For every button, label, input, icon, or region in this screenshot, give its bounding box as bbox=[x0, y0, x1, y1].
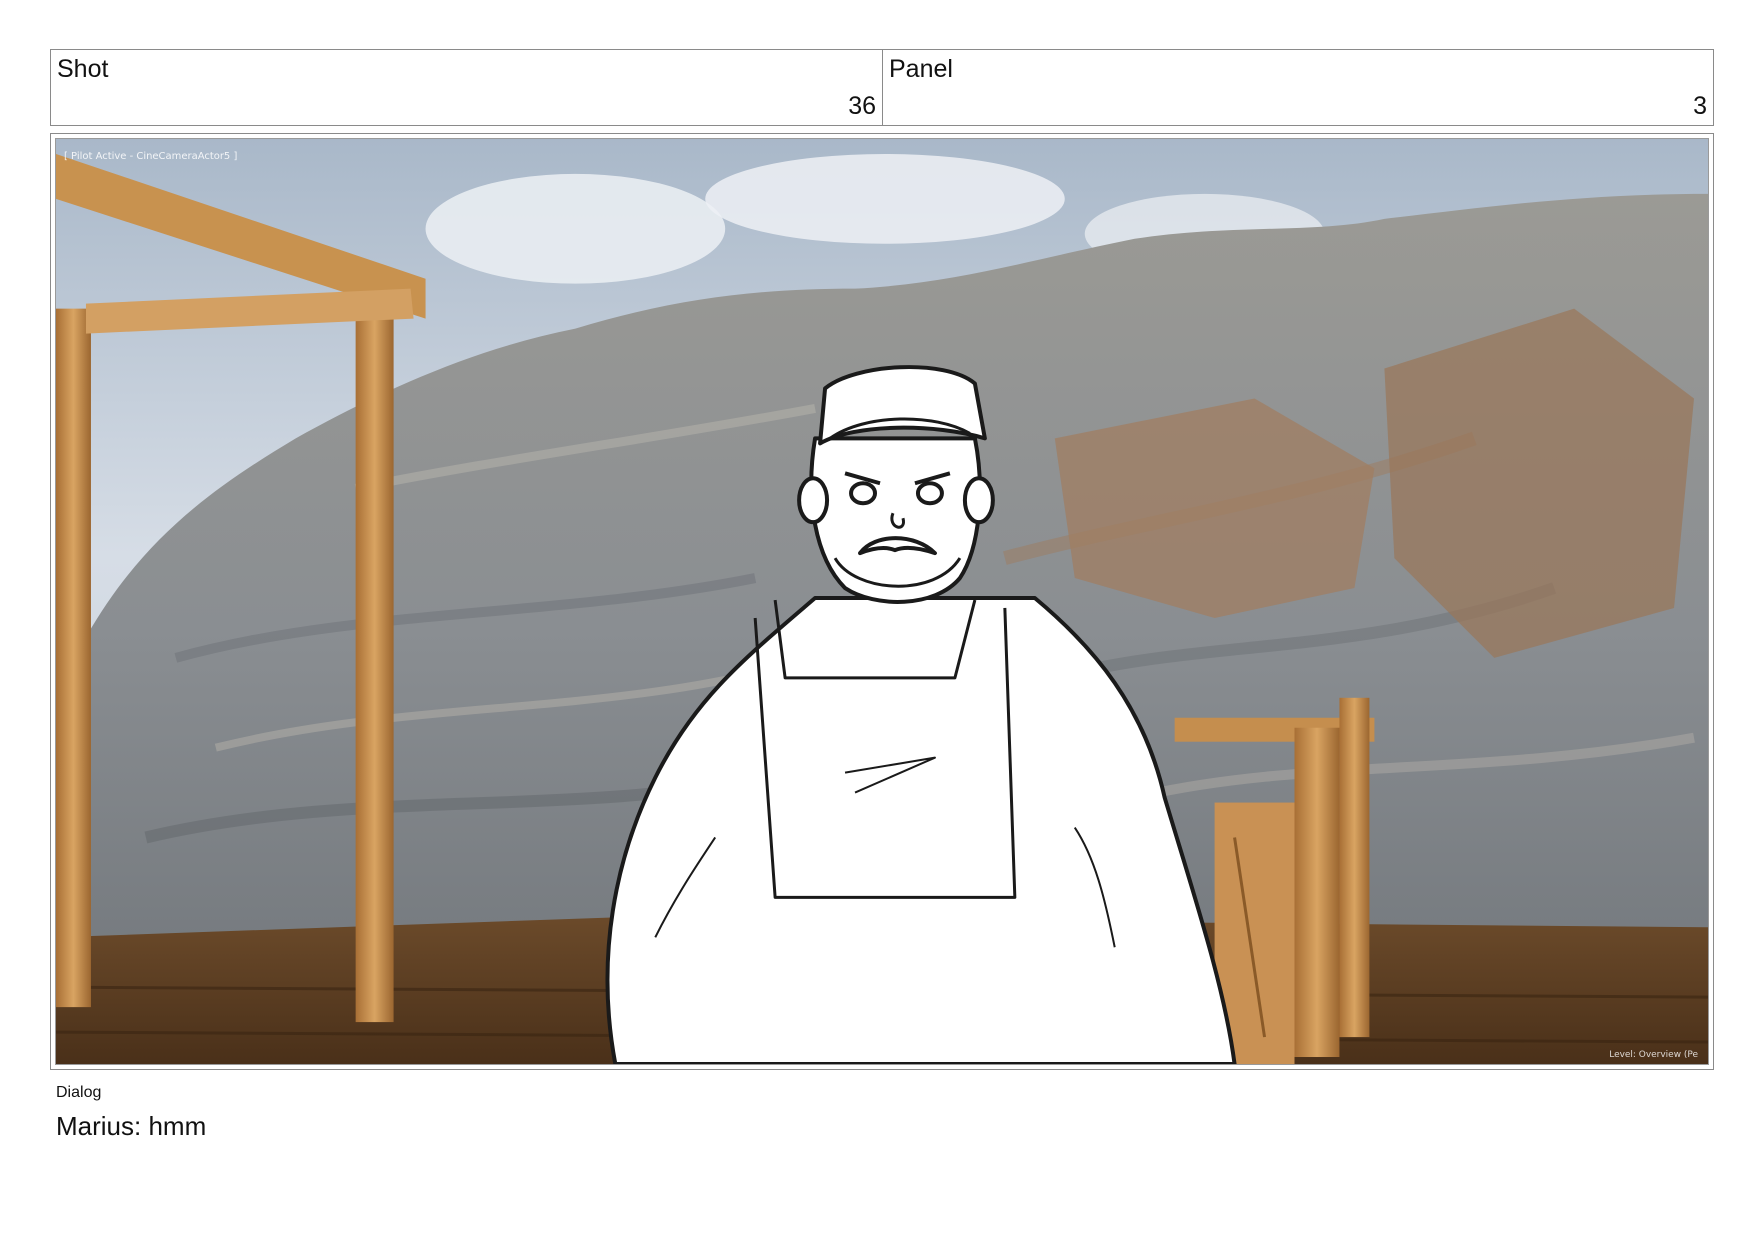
dialog-label: Dialog bbox=[56, 1084, 102, 1101]
viewport-overlay-top: [ Pilot Active - CineCameraActor5 ] bbox=[64, 151, 237, 162]
cloud bbox=[425, 173, 726, 284]
panel-cell: Panel 3 bbox=[882, 50, 1713, 125]
storyboard-panel-frame: [ Pilot Active - CineCameraActor5 ] Leve… bbox=[50, 133, 1714, 1070]
viewport-overlay-bottom: Level: Overview (Pe bbox=[1609, 1050, 1698, 1060]
shot-number: 36 bbox=[848, 92, 876, 120]
cloud bbox=[705, 153, 1065, 244]
shot-label: Shot bbox=[57, 55, 109, 83]
shot-panel-header: Shot 36 Panel 3 bbox=[50, 49, 1714, 126]
panel-number: 3 bbox=[1693, 92, 1707, 120]
shot-cell: Shot 36 bbox=[51, 50, 882, 125]
panel-label: Panel bbox=[889, 55, 953, 83]
dialog-text: Marius: hmm bbox=[56, 1111, 207, 1141]
scene-illustration: [ Pilot Active - CineCameraActor5 ] Leve… bbox=[56, 139, 1708, 1064]
storyboard-panel-image: [ Pilot Active - CineCameraActor5 ] Leve… bbox=[55, 138, 1709, 1065]
